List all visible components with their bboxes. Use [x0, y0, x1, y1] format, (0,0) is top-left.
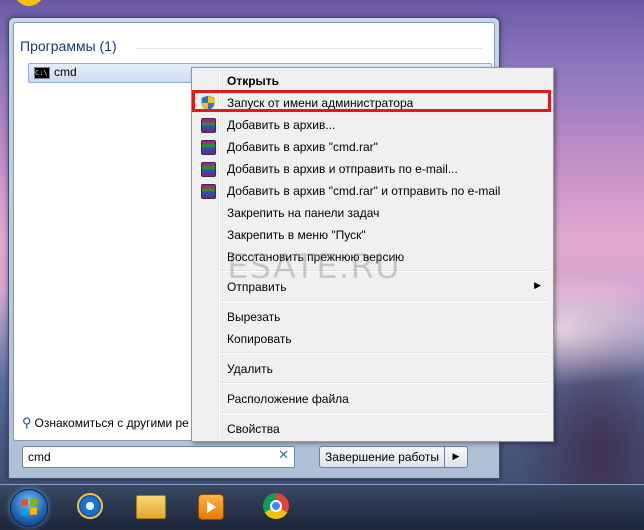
taskbar-windows-explorer[interactable]: [122, 488, 178, 526]
menu-item-label: Добавить в архив "cmd.rar" и отправить п…: [227, 184, 501, 198]
menu-item-properties[interactable]: Свойства: [194, 419, 549, 439]
section-divider: [136, 48, 482, 49]
menu-item-label: Вырезать: [227, 310, 281, 324]
menu-item-open[interactable]: Открыть: [194, 71, 549, 91]
clear-search-icon[interactable]: ✕: [278, 448, 289, 463]
menu-item-label: Отправить: [227, 280, 287, 294]
chrome-icon: [263, 493, 289, 519]
media-player-icon: [198, 494, 224, 520]
menu-item-send-to[interactable]: Отправить ▶: [194, 277, 549, 297]
winrar-icon: [201, 184, 216, 199]
menu-item-label: Удалить: [227, 362, 273, 376]
shutdown-options-button[interactable]: ▶: [444, 446, 468, 468]
menu-separator: [221, 352, 547, 354]
uac-shield-icon: [201, 95, 215, 111]
menu-item-pin-to-taskbar[interactable]: Закрепить на панели задач: [194, 203, 549, 223]
programs-section-header: Программы (1): [20, 38, 117, 54]
winrar-icon: [201, 118, 216, 133]
menu-item-add-cmd-rar-and-email[interactable]: Добавить в архив "cmd.rar" и отправить п…: [194, 181, 549, 201]
search-result-label: cmd: [54, 65, 77, 79]
menu-item-label: Закрепить на панели задач: [227, 206, 380, 220]
menu-separator: [221, 300, 547, 302]
context-menu: Открыть Запуск от имени администратора Д…: [191, 67, 554, 442]
taskbar-media-player[interactable]: [182, 488, 238, 526]
menu-item-label: Восстановить прежнюю версию: [227, 250, 405, 264]
menu-item-add-and-email[interactable]: Добавить в архив и отправить по e-mail..…: [194, 159, 549, 179]
menu-item-delete[interactable]: Удалить: [194, 359, 549, 379]
submenu-arrow-icon: ▶: [534, 280, 541, 290]
menu-item-label: Добавить в архив...: [227, 118, 336, 132]
taskbar-internet-explorer[interactable]: [62, 488, 118, 526]
windows-logo-icon: [21, 498, 37, 516]
search-icon: ⚲: [22, 415, 32, 430]
menu-item-file-location[interactable]: Расположение файла: [194, 389, 549, 409]
internet-explorer-icon: [77, 493, 103, 519]
menu-item-label: Расположение файла: [227, 392, 349, 406]
menu-item-label: Добавить в архив "cmd.rar": [227, 140, 378, 154]
menu-item-run-as-admin[interactable]: Запуск от имени администратора: [194, 93, 549, 113]
winrar-icon: [201, 162, 216, 177]
menu-item-label: Свойства: [227, 422, 280, 436]
start-button[interactable]: [10, 489, 48, 527]
menu-item-restore-previous[interactable]: Восстановить прежнюю версию: [194, 247, 549, 267]
search-box[interactable]: ✕: [22, 446, 295, 468]
menu-item-label: Добавить в архив и отправить по e-mail..…: [227, 162, 458, 176]
menu-item-label: Закрепить в меню "Пуск": [227, 228, 366, 242]
menu-item-add-to-archive[interactable]: Добавить в архив...: [194, 115, 549, 135]
menu-item-cut[interactable]: Вырезать: [194, 307, 549, 327]
chrome-icon: [14, 0, 44, 6]
menu-separator: [221, 270, 547, 272]
menu-item-add-to-cmd-rar[interactable]: Добавить в архив "cmd.rar": [194, 137, 549, 157]
menu-item-pin-to-start[interactable]: Закрепить в меню "Пуск": [194, 225, 549, 245]
see-more-label: Ознакомиться с другими ре: [34, 416, 189, 430]
winrar-icon: [201, 140, 216, 155]
see-more-results-link[interactable]: ⚲ Ознакомиться с другими ре: [22, 415, 197, 433]
menu-separator: [221, 412, 547, 414]
menu-item-copy[interactable]: Копировать: [194, 329, 549, 349]
shutdown-button[interactable]: Завершение работы: [319, 446, 445, 468]
taskbar-chrome[interactable]: [248, 488, 304, 526]
search-input[interactable]: [28, 449, 268, 465]
menu-item-label: Запуск от имени администратора: [227, 96, 414, 110]
windows-explorer-icon: [136, 495, 166, 519]
menu-item-label: Копировать: [227, 332, 292, 346]
command-prompt-icon: C:\: [34, 67, 50, 79]
menu-separator: [221, 382, 547, 384]
menu-item-label: Открыть: [227, 74, 280, 88]
shutdown-group: Завершение работы ▶: [319, 446, 469, 468]
